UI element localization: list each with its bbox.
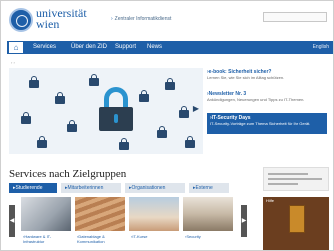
book-icon — [289, 205, 305, 233]
logo[interactable]: universität wien — [9, 6, 109, 34]
chevron-right-icon[interactable]: ▶ — [193, 104, 199, 113]
nav-item-news[interactable]: News — [147, 43, 162, 52]
hero-banner[interactable]: ▶ — [9, 68, 203, 154]
site-header: universitätwien Zentraler Informatikdien… — [1, 1, 333, 39]
tab-staff[interactable]: Mitarbeiterinnen — [61, 183, 121, 193]
service-tile[interactable]: Hardware & IT-Infrastruktur — [21, 197, 71, 250]
language-switch[interactable]: English — [313, 43, 329, 52]
news-item-active[interactable]: IT-Security Days IT-Security-Vorträge zu… — [207, 113, 327, 134]
audience-tabs: Studierende Mitarbeiterinnen Organisatio… — [9, 183, 249, 193]
promo-box[interactable]: Hilfe — [263, 167, 329, 250]
laptop-image — [21, 197, 71, 231]
logo-text: universität wien — [36, 6, 87, 31]
books-image — [75, 197, 125, 231]
tab-external[interactable]: Externe — [189, 183, 229, 193]
section-title: Services nach Zielgruppen — [9, 168, 127, 180]
university-seal-icon — [9, 8, 33, 32]
tab-students[interactable]: Studierende — [9, 183, 57, 193]
carousel-next-button[interactable]: ▶ — [241, 205, 247, 237]
promo-image — [263, 197, 329, 250]
home-icon[interactable]: ⌂ — [9, 42, 23, 53]
main-navigation: ⌂ Services Über den ZID Support News Eng… — [7, 41, 333, 54]
nav-item-support[interactable]: Support — [115, 43, 136, 52]
breadcrumb: › › — [11, 60, 15, 65]
promo-header — [263, 167, 329, 191]
nav-item-services[interactable]: Services — [33, 43, 56, 52]
tab-organisations[interactable]: Organisationen — [125, 183, 185, 193]
security-image — [183, 197, 233, 231]
service-tile[interactable]: IT-Kurse — [129, 197, 179, 250]
browser-frame: universitätwien Zentraler Informatikdien… — [0, 0, 334, 251]
padlock-icon — [99, 87, 133, 131]
service-tile[interactable]: Security — [183, 197, 233, 250]
promo-label: Hilfe — [266, 198, 275, 203]
quick-link[interactable]: Zentraler Informatikdienst — [111, 16, 172, 22]
news-list: e-book: Sicherheit sicher? Lernen Sie, w… — [207, 69, 327, 135]
news-item[interactable]: e-book: Sicherheit sicher? Lernen Sie, w… — [207, 69, 327, 90]
service-tiles: Hardware & IT-Infrastruktur Datenablage … — [9, 197, 251, 250]
course-image — [129, 197, 179, 231]
service-tile[interactable]: Datenablage & Kommunikation — [75, 197, 125, 250]
news-item[interactable]: Newsletter Nr. 3 Ankündigungen, Neuerung… — [207, 91, 327, 112]
search-input[interactable] — [263, 12, 327, 22]
nav-item-about[interactable]: Über den ZID — [71, 43, 107, 52]
